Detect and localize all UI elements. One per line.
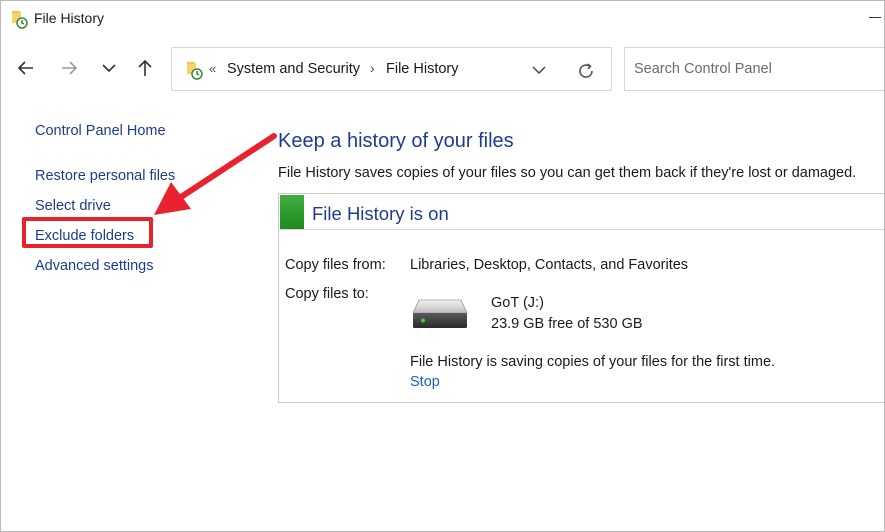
address-bar[interactable]: « System and Security › File History <box>171 47 612 91</box>
chevron-down-icon <box>102 64 116 73</box>
back-arrow-icon <box>17 61 33 75</box>
title-bar: File History <box>1 1 884 37</box>
breadcrumb-system-and-security[interactable]: System and Security <box>227 61 360 77</box>
backup-drive-name: GoT (J:) <box>491 295 544 311</box>
copy-from-label: Copy files from: <box>285 257 386 273</box>
recent-locations-button[interactable] <box>96 55 122 81</box>
address-overflow-chevron[interactable]: « <box>209 61 216 76</box>
page-description: File History saves copies of your files … <box>278 165 857 181</box>
address-toolbar: « System and Security › File History <box>1 37 884 99</box>
stop-link[interactable]: Stop <box>410 374 440 390</box>
backup-drive-free-space: 23.9 GB free of 530 GB <box>491 316 643 332</box>
breadcrumb-separator[interactable]: › <box>370 60 375 76</box>
file-history-app-icon <box>12 11 28 29</box>
hard-drive-icon <box>413 299 468 328</box>
forward-button[interactable] <box>56 55 82 81</box>
file-history-window: File History « System and Security › Fil… <box>0 0 885 532</box>
address-dropdown-icon[interactable] <box>530 62 548 78</box>
up-button[interactable] <box>132 55 158 81</box>
forward-arrow-icon <box>62 61 78 75</box>
sidebar-item-restore-personal-files[interactable]: Restore personal files <box>35 168 175 184</box>
window-title: File History <box>34 10 105 26</box>
status-panel-header: File History is on <box>279 194 884 230</box>
status-on-indicator <box>280 195 304 229</box>
up-arrow-icon <box>138 59 152 76</box>
copy-from-value: Libraries, Desktop, Contacts, and Favori… <box>410 257 689 273</box>
sidebar-item-control-panel-home[interactable]: Control Panel Home <box>35 123 166 139</box>
annotation-highlight-box <box>22 217 153 248</box>
back-button[interactable] <box>13 55 39 81</box>
minimize-button[interactable] <box>869 17 881 18</box>
refresh-icon[interactable] <box>575 60 597 82</box>
status-message: File History is saving copies of your fi… <box>410 354 776 370</box>
copy-to-label: Copy files to: <box>285 286 369 302</box>
status-title: File History is on <box>312 203 449 224</box>
file-history-location-icon <box>187 62 203 80</box>
status-panel: File History is on Copy files from: Libr… <box>278 193 884 403</box>
page-title: Keep a history of your files <box>278 130 514 152</box>
sidebar-item-select-drive[interactable]: Select drive <box>35 198 111 214</box>
breadcrumb-file-history[interactable]: File History <box>386 61 459 77</box>
search-input[interactable] <box>624 47 884 91</box>
sidebar-item-advanced-settings[interactable]: Advanced settings <box>35 258 154 274</box>
